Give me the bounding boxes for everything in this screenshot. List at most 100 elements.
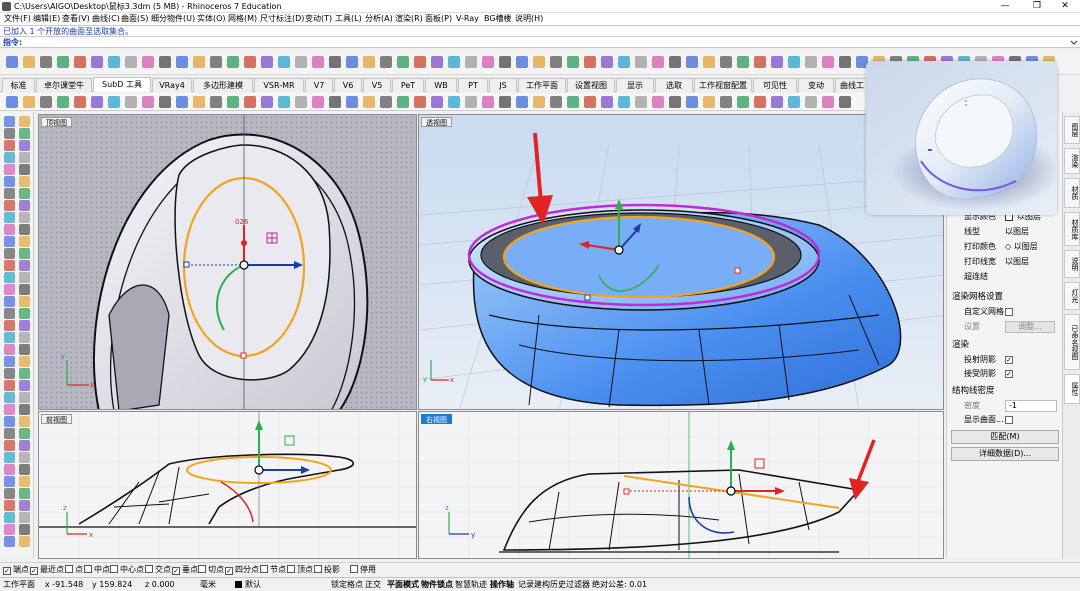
left-tool-icon[interactable] — [19, 260, 30, 271]
toolbar-tool-icon[interactable] — [550, 96, 562, 108]
close-button[interactable]: ✕ — [1050, 0, 1080, 13]
toolbar-tool-icon[interactable] — [261, 96, 273, 108]
status-ortho[interactable]: 正交 — [365, 578, 381, 591]
osnap-disable[interactable]: 停用 — [350, 563, 376, 577]
left-tool-icon[interactable] — [4, 284, 15, 295]
toolbar-tool-icon[interactable] — [23, 56, 35, 68]
toolbar-tool-icon[interactable] — [91, 56, 103, 68]
left-tool-icon[interactable] — [4, 404, 15, 415]
sidetab-lights[interactable]: 灯光 — [1064, 282, 1080, 310]
cast-shadow-checkbox[interactable]: ✓ — [1005, 356, 1013, 364]
toolbar-tool-icon[interactable] — [193, 96, 205, 108]
menu-edit[interactable]: 编辑(E) — [33, 13, 60, 25]
toolbar-tool-icon[interactable] — [465, 56, 477, 68]
left-tool-icon[interactable] — [19, 284, 30, 295]
tab-pet[interactable]: PeT — [392, 78, 424, 92]
left-tool-icon[interactable] — [4, 308, 15, 319]
menu-curve[interactable]: 曲线(C) — [92, 13, 120, 25]
toolbar-tool-icon[interactable] — [210, 96, 222, 108]
toolbar-tool-icon[interactable] — [686, 96, 698, 108]
sidetab-render[interactable]: 渲染 — [1064, 148, 1080, 174]
custom-mesh-checkbox[interactable] — [1005, 308, 1013, 316]
osnap-end[interactable]: ✓ 端点 — [3, 563, 29, 577]
show-surface-checkbox[interactable] — [1005, 416, 1013, 424]
toolbar-tool-icon[interactable] — [669, 56, 681, 68]
toolbar-tool-icon[interactable] — [244, 96, 256, 108]
osnap-perp[interactable]: ✓ 垂点 — [172, 563, 198, 577]
toolbar-tool-icon[interactable] — [125, 96, 137, 108]
toolbar-tool-icon[interactable] — [40, 56, 52, 68]
left-tool-icon[interactable] — [4, 452, 15, 463]
toolbar-tool-icon[interactable] — [227, 56, 239, 68]
chevron-down-icon[interactable] — [1070, 39, 1078, 46]
left-tool-icon[interactable] — [4, 500, 15, 511]
left-tool-icon[interactable] — [4, 356, 15, 367]
left-tool-icon[interactable] — [4, 428, 15, 439]
toolbar-tool-icon[interactable] — [261, 56, 273, 68]
left-tool-icon[interactable] — [19, 236, 30, 247]
toolbar-tool-icon[interactable] — [431, 96, 443, 108]
menu-surface[interactable]: 曲面(S) — [121, 13, 148, 25]
toolbar-tool-icon[interactable] — [737, 56, 749, 68]
toolbar-tool-icon[interactable] — [397, 56, 409, 68]
left-tool-icon[interactable] — [19, 272, 30, 283]
status-gumball[interactable]: 操作轴 — [490, 578, 514, 591]
toolbar-tool-icon[interactable] — [176, 96, 188, 108]
left-tool-icon[interactable] — [19, 176, 30, 187]
toolbar-tool-icon[interactable] — [652, 96, 664, 108]
left-tool-icon[interactable] — [4, 464, 15, 475]
command-line[interactable]: 指令: — [0, 36, 1080, 48]
toolbar-tool-icon[interactable] — [414, 56, 426, 68]
left-tool-icon[interactable] — [4, 152, 15, 163]
toolbar-tool-icon[interactable] — [754, 56, 766, 68]
tab-cplane[interactable]: 工作平面 — [518, 78, 566, 92]
toolbar-tool-icon[interactable] — [618, 56, 630, 68]
osnap-mid[interactable]: 中点 — [84, 563, 110, 577]
status-filter[interactable]: 过滤器 — [566, 578, 590, 591]
receive-shadow-checkbox[interactable]: ✓ — [1005, 370, 1013, 378]
left-tool-icon[interactable] — [4, 260, 15, 271]
left-tool-icon[interactable] — [19, 332, 30, 343]
sidetab-material-lib[interactable]: 材质库 — [1064, 212, 1080, 246]
toolbar-tool-icon[interactable] — [567, 56, 579, 68]
left-tool-icon[interactable] — [4, 272, 15, 283]
tab-pt[interactable]: PT — [458, 78, 488, 92]
osnap-int[interactable]: 交点 — [145, 563, 171, 577]
toolbar-tool-icon[interactable] — [295, 96, 307, 108]
toolbar-tool-icon[interactable] — [601, 56, 613, 68]
left-tool-icon[interactable] — [4, 140, 15, 151]
left-tool-icon[interactable] — [19, 440, 30, 451]
toolbar-tool-icon[interactable] — [346, 96, 358, 108]
tab-display[interactable]: 显示 — [616, 78, 654, 92]
prop-row-linetype[interactable]: 线型 以图层 — [947, 225, 1063, 239]
viewport-label-right[interactable]: 右视图 — [421, 414, 452, 424]
status-layer[interactable]: 默认 — [245, 578, 261, 591]
toolbar-tool-icon[interactable] — [108, 56, 120, 68]
viewport-right[interactable]: 右视图 z y — [418, 411, 944, 559]
left-tool-icon[interactable] — [19, 248, 30, 259]
left-tool-icon[interactable] — [4, 476, 15, 487]
menu-help[interactable]: 说明(H) — [515, 13, 543, 25]
osnap-cen[interactable]: 中心点 — [110, 563, 144, 577]
left-tool-icon[interactable] — [4, 188, 15, 199]
toolbar-tool-icon[interactable] — [278, 96, 290, 108]
toolbar-tool-icon[interactable] — [567, 96, 579, 108]
toolbar-tool-icon[interactable] — [40, 96, 52, 108]
toolbar-tool-icon[interactable] — [108, 96, 120, 108]
status-osnap[interactable]: 物件锁点 — [421, 578, 453, 591]
toolbar-tool-icon[interactable] — [771, 96, 783, 108]
toolbar-tool-icon[interactable] — [635, 96, 647, 108]
density-input[interactable]: -1 — [1005, 400, 1057, 412]
left-tool-icon[interactable] — [19, 356, 30, 367]
toolbar-tool-icon[interactable] — [23, 96, 35, 108]
status-history[interactable]: 记录建构历史 — [518, 578, 566, 591]
toolbar-tool-icon[interactable] — [159, 96, 171, 108]
left-tool-icon[interactable] — [4, 368, 15, 379]
toolbar-tool-icon[interactable] — [533, 56, 545, 68]
minimize-button[interactable]: — — [990, 0, 1020, 13]
left-tool-icon[interactable] — [19, 392, 30, 403]
toolbar-tool-icon[interactable] — [805, 96, 817, 108]
toolbar-tool-icon[interactable] — [635, 56, 647, 68]
left-tool-icon[interactable] — [19, 416, 30, 427]
left-tool-icon[interactable] — [19, 488, 30, 499]
